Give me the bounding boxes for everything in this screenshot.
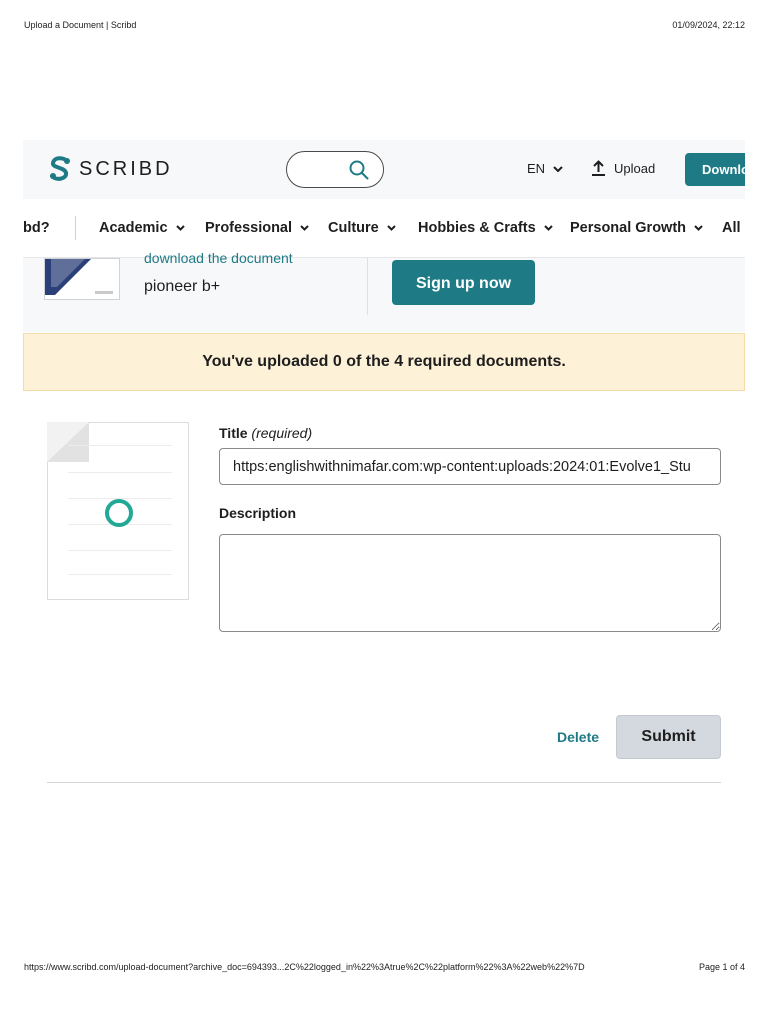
upload-label: Upload	[614, 160, 656, 176]
placeholder-line	[68, 574, 172, 575]
category-what-is-scribd[interactable]: ibd?	[23, 220, 50, 236]
scribd-logo-icon	[50, 156, 70, 181]
upload-button[interactable]: Upload	[591, 160, 655, 176]
sign-up-button[interactable]: Sign up now	[392, 260, 535, 305]
description-field[interactable]	[219, 534, 721, 632]
delete-button[interactable]: Delete	[557, 729, 599, 745]
language-label: EN	[527, 161, 546, 176]
category-label: Hobbies & Crafts	[418, 220, 536, 236]
language-selector[interactable]: EN	[527, 161, 563, 176]
title-field[interactable]	[219, 448, 721, 485]
top-navbar: SCRIBD EN Upload Download	[23, 140, 745, 199]
category-label: Culture	[328, 220, 379, 236]
category-nav: ibd? Academic Professional Culture Hobbi…	[23, 199, 745, 258]
promo-text: download the document	[144, 250, 293, 266]
upload-icon	[592, 160, 605, 176]
category-personal-growth[interactable]: Personal Growth	[570, 220, 703, 236]
chevron-down-icon	[175, 225, 185, 231]
document-thumbnail	[44, 258, 120, 300]
search-icon[interactable]	[349, 160, 369, 180]
loading-spinner-icon	[105, 499, 133, 527]
category-academic[interactable]: Academic	[99, 220, 185, 236]
print-datetime: 01/09/2024, 22:12	[672, 20, 745, 30]
category-label: Academic	[99, 220, 168, 236]
placeholder-line	[68, 445, 172, 446]
chevron-down-icon	[387, 225, 396, 231]
category-label: Professional	[205, 220, 293, 236]
upload-requirement-notice: You've uploaded 0 of the 4 required docu…	[23, 333, 745, 391]
chevron-down-icon	[543, 225, 553, 231]
title-label-text: Title	[219, 425, 248, 441]
title-label: Title (required)	[219, 425, 312, 441]
chevron-down-icon	[694, 225, 703, 231]
promo-banner: download the document pioneer b+ Sign up…	[23, 250, 745, 332]
category-culture[interactable]: Culture	[328, 220, 396, 236]
category-label: All D	[722, 220, 745, 236]
book-cover-image	[45, 259, 113, 295]
chevron-down-icon	[553, 165, 563, 172]
category-divider	[75, 216, 76, 240]
document-preview	[47, 422, 189, 600]
print-header: Upload a Document | Scribd 01/09/2024, 2…	[24, 20, 745, 30]
required-marker: (required)	[251, 425, 313, 441]
divider	[47, 782, 721, 783]
category-professional[interactable]: Professional	[205, 220, 309, 236]
scribd-logo[interactable]: SCRIBD	[49, 156, 173, 182]
description-label: Description	[219, 505, 297, 521]
search-input[interactable]	[286, 151, 384, 188]
category-label: ibd?	[23, 220, 50, 236]
promo-divider	[367, 258, 368, 315]
category-label: Personal Growth	[570, 220, 687, 236]
promo-doc-title: pioneer b+	[144, 278, 221, 295]
placeholder-line	[68, 472, 172, 473]
submit-button[interactable]: Submit	[616, 715, 721, 759]
chevron-down-icon	[300, 225, 309, 231]
placeholder-line	[68, 550, 172, 551]
category-hobbies-crafts[interactable]: Hobbies & Crafts	[418, 220, 553, 236]
print-page-title: Upload a Document | Scribd	[24, 20, 137, 30]
download-button[interactable]: Download	[685, 153, 745, 186]
category-all-documents[interactable]: All D	[722, 220, 745, 236]
print-page-number: Page 1 of 4	[698, 962, 745, 972]
page-fold-icon	[47, 422, 89, 462]
print-footer: https://www.scribd.com/upload-document?a…	[24, 962, 745, 972]
logo-text: SCRIBD	[79, 157, 173, 180]
print-url: https://www.scribd.com/upload-document?a…	[24, 962, 585, 972]
